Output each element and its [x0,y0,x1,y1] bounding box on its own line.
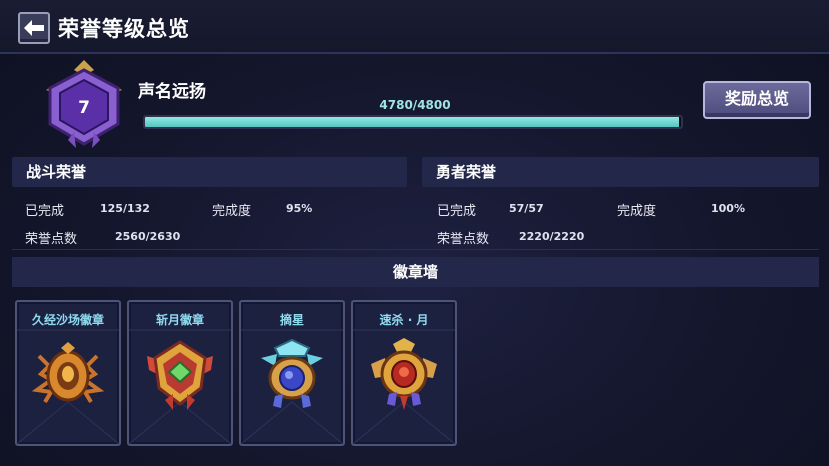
badge-name: 摘星 [279,313,304,327]
hero-completed-label: 已完成 [437,204,477,219]
battle-points-value: 2560/2630 [115,230,181,243]
battle-points-label: 荣誉点数 [25,232,78,247]
hero-honor-header: 勇者荣誉 [422,157,819,187]
ruby-moon-badge-icon [371,338,437,410]
battle-honor-header: 战斗荣誉 [12,157,407,187]
hero-completion-value: 100% [711,202,745,215]
exp-text: 4780/4800 [379,98,451,112]
hero-points-label: 荣誉点数 [437,232,490,247]
exp-progress-fill [145,117,679,127]
badge-wall-header: 徽章墙 [12,257,819,287]
top-bar: 荣誉等级总览 [0,0,829,54]
sapphire-star-badge-icon [261,338,323,408]
badge-card[interactable]: 斩月徽章 [127,300,233,446]
hero-completion-label: 完成度 [617,204,657,219]
badge-name: 速杀 · 月 [379,313,429,327]
badge-card[interactable]: 速杀 · 月 [351,300,457,446]
exp-progress-bar [143,115,683,129]
emerald-crest-badge-icon [147,340,213,410]
hero-completed-value: 57/57 [509,202,544,215]
back-button[interactable] [18,12,50,44]
badge-card[interactable]: 摘星 [239,300,345,446]
badge-name: 久经沙场徽章 [31,313,104,327]
spider-badge-icon [31,342,105,404]
reward-overview-button[interactable]: 奖励总览 [703,81,811,119]
back-arrow-icon [24,20,44,36]
hero-points-value: 2220/2220 [519,230,585,243]
badge-name: 斩月徽章 [155,313,204,327]
page-title: 荣誉等级总览 [58,17,190,41]
battle-completion-value: 95% [286,202,313,215]
badge-card[interactable]: 久经沙场徽章 [15,300,121,446]
section-divider [12,249,819,250]
rank-level: 7 [78,98,90,118]
battle-completed-value: 125/132 [100,202,150,215]
battle-completed-label: 已完成 [25,204,65,219]
battle-completion-label: 完成度 [212,204,252,219]
rank-name: 声名远扬 [138,82,206,102]
